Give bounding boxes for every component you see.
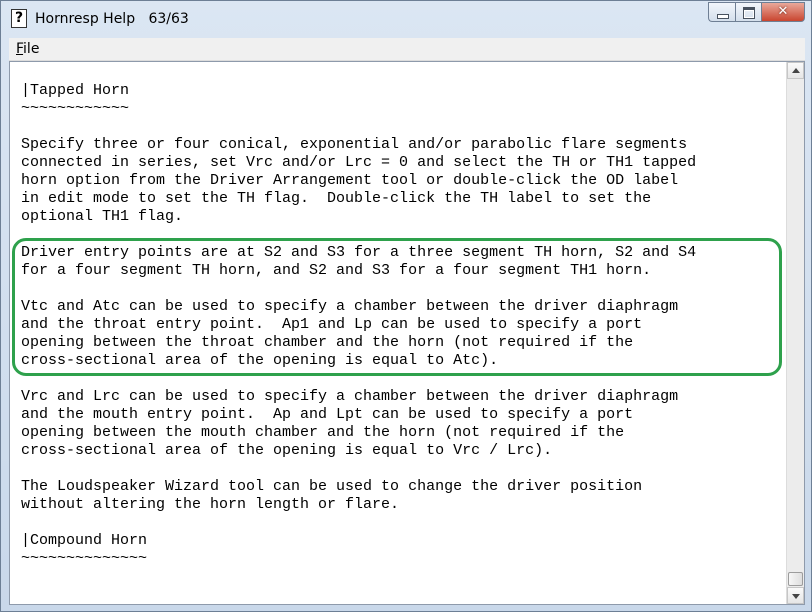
scroll-up-icon <box>792 68 800 73</box>
menu-file-accelerator: F <box>16 41 24 57</box>
text-line: and the mouth entry point. Ap and Lpt ca… <box>21 406 634 423</box>
help-text: |Tapped Horn ~~~~~~~~~~~~ Specify three or… <box>21 82 696 568</box>
scroll-down-button[interactable] <box>787 587 804 604</box>
scroll-up-button[interactable] <box>787 62 804 79</box>
menu-file-label: ile <box>23 41 40 57</box>
text-line: and the throat entry point. Ap1 and Lp c… <box>21 316 643 333</box>
window-title: Hornresp Help 63/63 <box>35 10 189 28</box>
text-line: horn option from the Driver Arrangement … <box>21 172 679 189</box>
text-line: ~~~~~~~~~~~~~~ <box>21 550 148 567</box>
text-line <box>21 460 696 478</box>
text-line <box>21 226 696 244</box>
menu-bar: File <box>9 38 805 61</box>
text-line: optional TH1 flag. <box>21 208 184 225</box>
help-window: ? Hornresp Help 63/63 ✕ File |Tapped Hor… <box>0 0 812 612</box>
text-line: ~~~~~~~~~~~~ <box>21 100 130 117</box>
minimize-button[interactable] <box>708 2 735 22</box>
text-line <box>21 118 696 136</box>
vertical-scrollbar[interactable] <box>786 62 804 604</box>
maximize-icon <box>743 7 755 19</box>
text-line: Driver entry points are at S2 and S3 for… <box>21 244 697 261</box>
minimize-icon <box>717 14 729 19</box>
page-indicator: 63/63 <box>148 11 189 27</box>
window-title-text: Hornresp Help <box>35 11 136 27</box>
text-line: opening between the mouth chamber and th… <box>21 424 625 441</box>
text-line: in edit mode to set the TH flag. Double-… <box>21 190 652 207</box>
help-text-area[interactable]: |Tapped Horn ~~~~~~~~~~~~ Specify three or… <box>9 61 805 605</box>
text-line <box>21 514 696 532</box>
text-line: without altering the horn length or flar… <box>21 496 400 513</box>
text-line: Specify three or four conical, exponenti… <box>21 136 688 153</box>
text-line: opening between the throat chamber and t… <box>21 334 634 351</box>
text-line: The Loudspeaker Wizard tool can be used … <box>21 478 643 495</box>
scroll-thumb[interactable] <box>788 572 803 586</box>
title-bar[interactable]: ? Hornresp Help 63/63 ✕ <box>1 1 811 37</box>
close-button[interactable]: ✕ <box>761 2 805 22</box>
window-controls: ✕ <box>708 2 805 24</box>
text-line: cross-sectional area of the opening is e… <box>21 352 499 369</box>
text-line: Vrc and Lrc can be used to specify a cha… <box>21 388 679 405</box>
text-line: |Tapped Horn <box>21 82 130 99</box>
text-line <box>21 280 696 298</box>
text-line <box>21 370 696 388</box>
help-icon[interactable]: ? <box>11 9 27 28</box>
text-line: Vtc and Atc can be used to specify a cha… <box>21 298 679 315</box>
maximize-button[interactable] <box>735 2 761 22</box>
close-icon: ✕ <box>777 4 789 19</box>
text-line: for a four segment TH horn, and S2 and S… <box>21 262 652 279</box>
text-line: cross-sectional area of the opening is e… <box>21 442 553 459</box>
menu-file[interactable]: File <box>16 41 39 57</box>
text-line: |Compound Horn <box>21 532 148 549</box>
text-line: connected in series, set Vrc and/or Lrc … <box>21 154 697 171</box>
scroll-down-icon <box>792 594 800 599</box>
